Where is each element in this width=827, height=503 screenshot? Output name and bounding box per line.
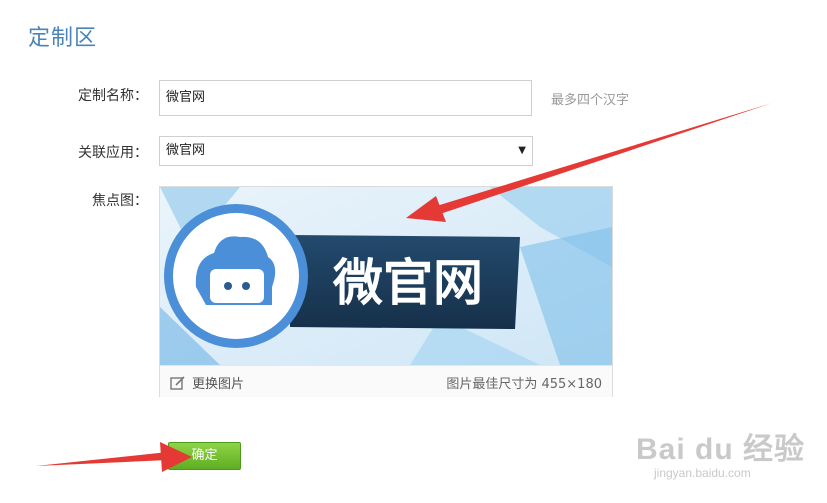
baidu-watermark-logo: Bai du 经验 <box>636 433 806 466</box>
focus-banner-graphic: 微官网 <box>160 187 612 365</box>
dropdown-arrow-icon: ▼ <box>518 145 526 156</box>
focus-image-footer: 更换图片 图片最佳尺寸为 455×180 <box>160 365 612 397</box>
name-label: 定制名称： <box>78 88 148 104</box>
confirm-button[interactable]: 确定 <box>168 442 241 470</box>
change-image-link[interactable]: 更换图片 <box>170 373 244 392</box>
name-input[interactable]: 微官网 <box>159 80 532 116</box>
app-label: 关联应用： <box>78 145 148 161</box>
change-image-label: 更换图片 <box>192 377 245 392</box>
edit-icon <box>170 376 185 390</box>
banner-text: 微官网 <box>332 254 483 312</box>
focus-label: 焦点图： <box>92 193 148 209</box>
section-title: 定制区 <box>28 26 98 51</box>
focus-image-card: 微官网 更换图片 图片最佳尺寸为 455×180 <box>159 186 613 397</box>
focus-image: 微官网 <box>160 187 612 365</box>
app-select-value: 微官网 <box>166 143 206 158</box>
baidu-watermark-url: jingyan.baidu.com <box>654 466 751 480</box>
image-size-hint: 图片最佳尺寸为 455×180 <box>446 377 602 392</box>
app-select[interactable]: 微官网 ▼ <box>159 136 533 166</box>
name-hint: 最多四个汉字 <box>551 93 630 108</box>
